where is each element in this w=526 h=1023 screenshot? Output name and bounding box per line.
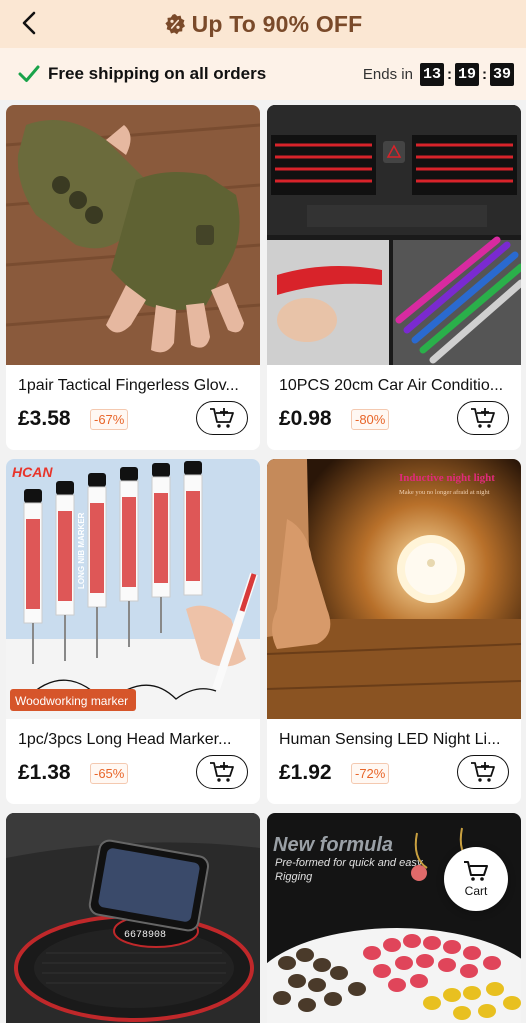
add-to-cart-icon	[471, 762, 495, 782]
discount-badge: -80%	[351, 409, 390, 430]
add-to-cart-icon	[471, 408, 495, 428]
add-to-cart-button[interactable]	[196, 755, 248, 789]
product-image[interactable]	[6, 105, 260, 365]
product-title[interactable]: 1pc/3pcs Long Head Marker...	[18, 731, 250, 749]
product-image[interactable]: Inductive night light Make you no longer…	[267, 459, 521, 719]
timer-separator: :	[446, 65, 452, 83]
timer-hours: 13	[419, 62, 444, 86]
new-formula-headline: New formula	[273, 834, 393, 856]
brand-logo: HCAN	[12, 464, 53, 480]
woodworking-marker-badge: Woodworking marker	[15, 694, 128, 708]
product-title[interactable]: 10PCS 20cm Car Air Conditio...	[279, 377, 511, 395]
checkmark-icon	[18, 65, 40, 82]
percent-badge-icon	[164, 14, 185, 35]
marker-label-text: LONG NIB MARKER	[77, 512, 86, 589]
add-to-cart-icon	[210, 408, 234, 428]
night-light-subline: Make you no longer afraid at night	[399, 489, 490, 496]
product-card[interactable]: Inductive night light Make you no longer…	[267, 459, 521, 804]
add-to-cart-button[interactable]	[457, 755, 509, 789]
product-image[interactable]: HCAN LONG NIB MARKER Woodworking marker	[6, 459, 260, 719]
ends-in-label: Ends in	[362, 65, 413, 83]
product-card[interactable]: 6678908	[6, 813, 260, 1023]
discount-badge: -72%	[351, 763, 390, 784]
phone-number-plate: 6678908	[124, 930, 166, 941]
timer-minutes: 19	[454, 62, 479, 86]
product-title[interactable]: 1pair Tactical Fingerless Glov...	[18, 377, 250, 395]
page-title-text: Up To 90% OFF	[191, 10, 363, 37]
floating-cart-button[interactable]: Cart	[444, 847, 508, 911]
page-title: Up To 90% OFF	[0, 0, 526, 48]
product-price: £3.58	[18, 407, 71, 430]
discount-badge: -67%	[90, 409, 129, 430]
product-card[interactable]: HCAN LONG NIB MARKER Woodworking marker …	[6, 459, 260, 804]
cart-label: Cart	[464, 884, 488, 898]
product-image[interactable]: New formula Pre-formed for quick and eas…	[267, 813, 521, 1023]
new-formula-subline: Pre-formed for quick and easy Rigging	[275, 857, 423, 883]
product-price: £0.98	[279, 407, 332, 430]
countdown-timer: Ends in 13 : 19 : 39	[363, 48, 514, 100]
timer-separator: :	[481, 65, 487, 83]
timer-seconds: 39	[489, 62, 514, 86]
free-shipping-bar: Free shipping on all orders Ends in 13 :…	[0, 48, 526, 100]
free-shipping-text: Free shipping on all orders	[48, 64, 267, 83]
add-to-cart-button[interactable]	[457, 401, 509, 435]
product-card[interactable]: 10PCS 20cm Car Air Conditio... £0.98 -80…	[267, 105, 521, 450]
product-price: £1.92	[279, 761, 332, 784]
product-title[interactable]: Human Sensing LED Night Li...	[279, 731, 511, 749]
header: Up To 90% OFF	[0, 0, 526, 48]
product-price: £1.38	[18, 761, 71, 784]
product-card[interactable]: New formula Pre-formed for quick and eas…	[267, 813, 521, 1023]
discount-badge: -65%	[90, 763, 129, 784]
product-card[interactable]: 1pair Tactical Fingerless Glov... £3.58 …	[6, 105, 260, 450]
cart-icon	[464, 861, 488, 881]
add-to-cart-icon	[210, 762, 234, 782]
product-image[interactable]: 6678908	[6, 813, 260, 1023]
night-light-headline: Inductive night light	[399, 472, 495, 484]
product-image[interactable]	[267, 105, 521, 365]
add-to-cart-button[interactable]	[196, 401, 248, 435]
